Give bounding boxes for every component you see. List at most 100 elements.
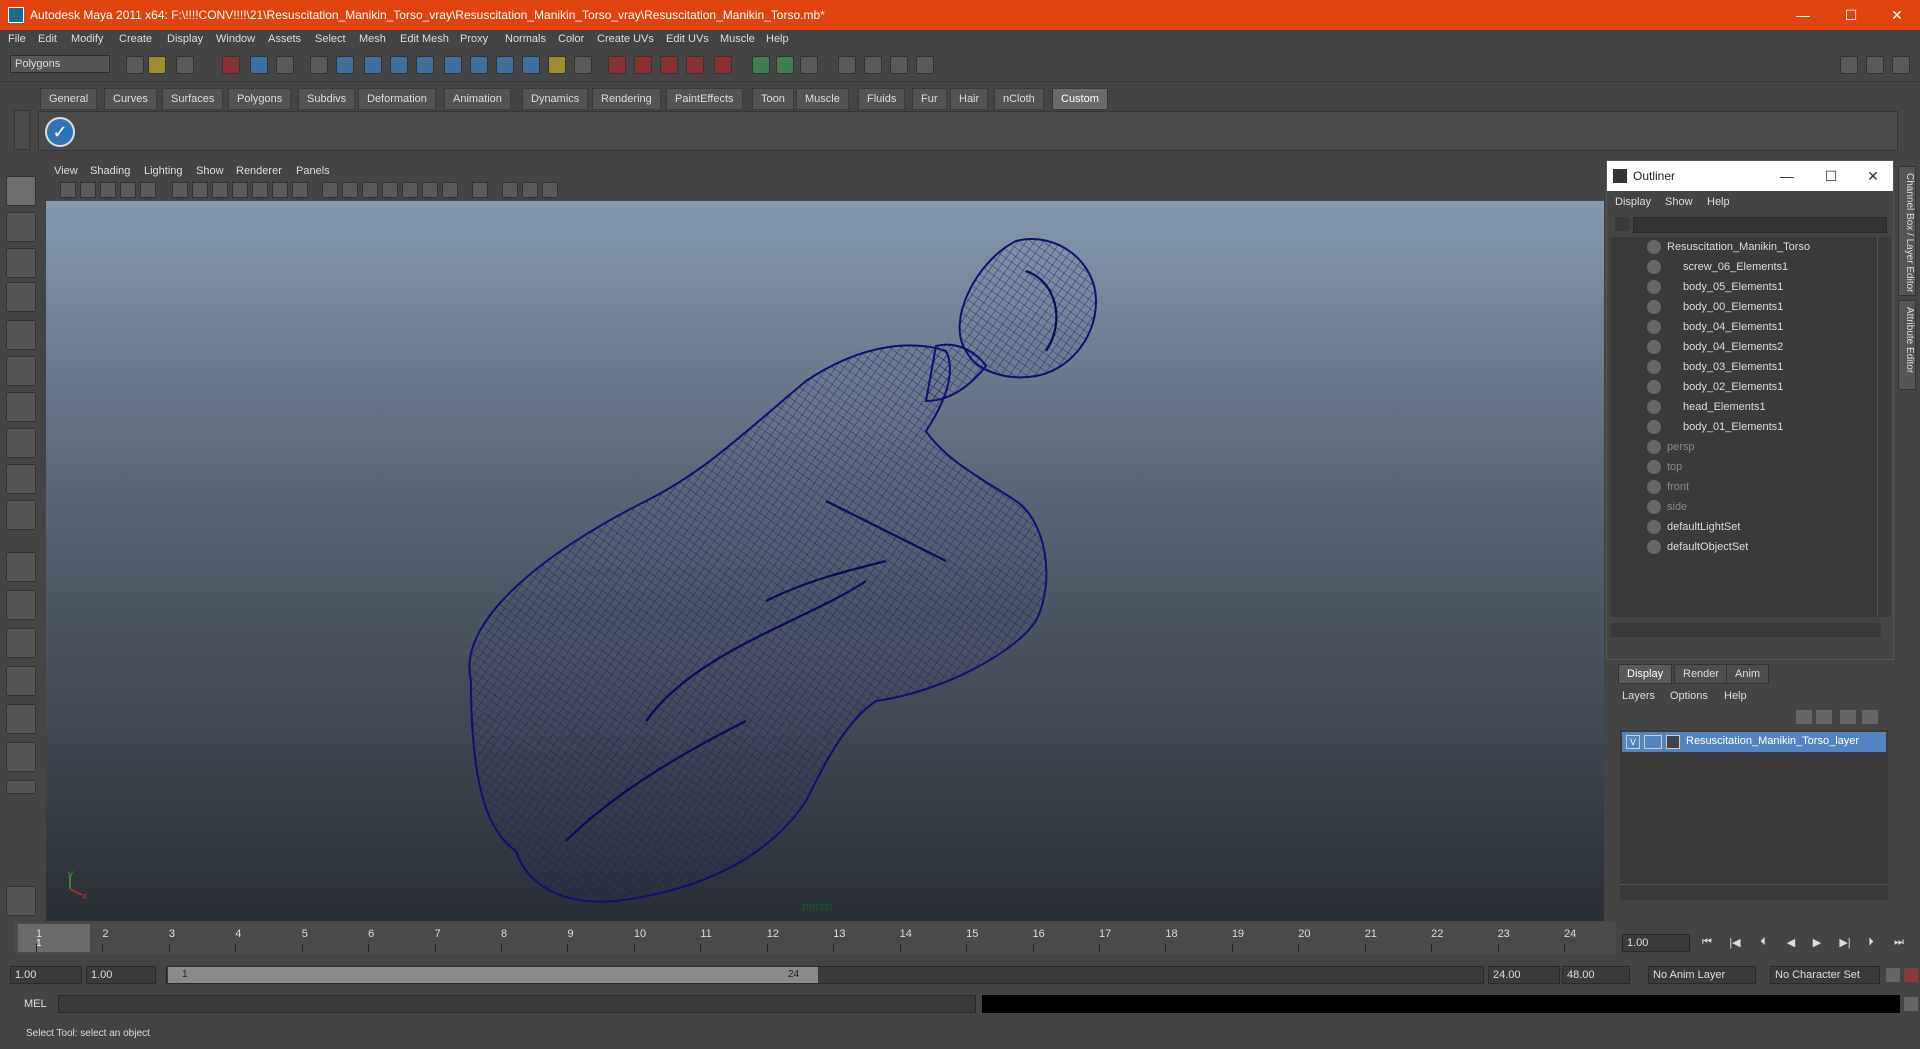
menu-edit-mesh[interactable]: Edit Mesh (400, 33, 449, 45)
menu-mesh[interactable]: Mesh (359, 33, 386, 45)
play-forwards-icon[interactable]: ▶ (1808, 936, 1826, 952)
outliner-item[interactable]: body_01_Elements1 (1611, 417, 1879, 437)
perspective-viewport[interactable]: y x persp (46, 201, 1604, 921)
minimize-button[interactable]: — (1780, 0, 1826, 30)
render-settings-icon[interactable] (916, 56, 934, 74)
safe-action-icon[interactable] (272, 182, 288, 198)
2d-pan-zoom-icon[interactable] (140, 182, 156, 198)
auto-key-icon[interactable] (1886, 968, 1900, 982)
anim-layer-dropdown[interactable]: No Anim Layer (1648, 966, 1756, 984)
ipr-render-icon[interactable] (890, 56, 908, 74)
range-slider-handle[interactable] (168, 967, 818, 983)
select-camera-icon[interactable] (60, 182, 76, 198)
help-question-icon[interactable] (522, 56, 540, 74)
outliner-item[interactable]: Resuscitation_Manikin_Torso (1611, 237, 1879, 257)
animation-preferences-icon[interactable] (1904, 968, 1918, 982)
shelf-tab-muscle[interactable]: Muscle (796, 88, 849, 110)
close-button[interactable]: ✕ (1874, 0, 1920, 30)
menu-proxy[interactable]: Proxy (460, 33, 488, 45)
command-language-toggle[interactable]: MEL (24, 998, 47, 1010)
menu-set-dropdown[interactable]: Polygons (10, 55, 110, 73)
layer-tab-display[interactable]: Display (1618, 664, 1673, 684)
viewport-menu-renderer[interactable]: Renderer (236, 165, 282, 177)
script-editor-icon[interactable] (6, 886, 36, 916)
make-live-icon[interactable] (714, 56, 732, 74)
new-scene-icon[interactable] (126, 56, 144, 74)
outliner-close-button[interactable]: ✕ (1853, 161, 1893, 191)
output-ops-icon[interactable] (776, 56, 794, 74)
shelf-tab-fluids[interactable]: Fluids (858, 88, 906, 110)
wireframe-icon[interactable] (322, 182, 338, 198)
render-current-frame-icon[interactable] (864, 56, 882, 74)
select-tool-icon[interactable] (6, 176, 36, 206)
isolate-select-icon[interactable] (472, 182, 488, 198)
shelf-tab-painteffects[interactable]: PaintEffects (666, 88, 743, 110)
shelf-tab-general[interactable]: General (40, 88, 98, 110)
select-hierarchy-icon[interactable] (222, 56, 240, 74)
layer-color-swatch[interactable] (1666, 735, 1680, 749)
time-slider[interactable]: 1 1 2 3 4 5 6 7 8 9 10 11 12 13 14 15 16 17 18 19 20 21 22 23 2… (14, 922, 1616, 954)
shadows-icon[interactable] (422, 182, 438, 198)
outliner-item[interactable]: top (1611, 457, 1879, 477)
shelf-tab-rendering[interactable]: Rendering (592, 88, 661, 110)
menu-display[interactable]: Display (167, 33, 203, 45)
render-view-icon[interactable] (838, 56, 856, 74)
current-frame-marker[interactable] (18, 924, 90, 952)
move-tool-icon[interactable] (6, 282, 36, 312)
viewport-menu-show[interactable]: Show (196, 165, 224, 177)
menu-modify[interactable]: Modify (71, 33, 103, 45)
outliner-item[interactable]: persp (1611, 437, 1879, 457)
menu-edit-uvs[interactable]: Edit UVs (666, 33, 709, 45)
menu-file[interactable]: File (8, 33, 26, 45)
select-by-curve-icon[interactable] (364, 56, 382, 74)
menu-help[interactable]: Help (766, 33, 789, 45)
step-back-key-icon[interactable]: ⏴ (1754, 936, 1772, 952)
shelf-tab-hair[interactable]: Hair (950, 88, 989, 110)
script-editor-button-icon[interactable] (1904, 997, 1918, 1011)
shelf-tab-polygons[interactable]: Polygons (228, 88, 292, 110)
menu-color[interactable]: Color (558, 33, 584, 45)
create-empty-layer-icon[interactable] (1840, 710, 1856, 724)
step-back-frame-icon[interactable]: |◀ (1726, 936, 1744, 952)
field-chart-icon[interactable] (252, 182, 268, 198)
wireframe-on-shaded-icon[interactable] (362, 182, 378, 198)
smooth-shade-icon[interactable] (342, 182, 358, 198)
select-by-joint-icon[interactable] (336, 56, 354, 74)
viewport-menu-shading[interactable]: Shading (90, 165, 130, 177)
outliner-item[interactable]: head_Elements1 (1611, 397, 1879, 417)
play-backwards-icon[interactable]: ◀ (1782, 936, 1800, 952)
outliner-vertical-scrollbar[interactable] (1877, 237, 1891, 617)
outliner-item[interactable]: side (1611, 497, 1879, 517)
graph-persp-layout-icon[interactable] (6, 666, 36, 696)
menu-muscle[interactable]: Muscle (720, 33, 755, 45)
snap-to-view-plane-icon[interactable] (686, 56, 704, 74)
layer-tab-render[interactable]: Render (1674, 664, 1729, 684)
open-scene-icon[interactable] (148, 56, 166, 74)
single-pane-layout-icon[interactable] (6, 552, 36, 582)
select-by-rendering-icon[interactable] (470, 56, 488, 74)
outliner-minimize-button[interactable]: — (1767, 161, 1807, 191)
command-input[interactable] (58, 995, 976, 1013)
viewport-menu-panels[interactable]: Panels (296, 165, 330, 177)
grid-icon[interactable] (172, 182, 188, 198)
playback-end-field[interactable]: 24.00 (1488, 966, 1560, 984)
input-ops-icon[interactable] (752, 56, 770, 74)
hypershade-persp-layout-icon[interactable] (6, 704, 36, 734)
textured-icon[interactable] (382, 182, 398, 198)
outliner-item[interactable]: body_00_Elements1 (1611, 297, 1879, 317)
shelf-tab-fur[interactable]: Fur (912, 88, 947, 110)
use-default-lighting-icon[interactable] (402, 182, 418, 198)
shelf-tab-deformation[interactable]: Deformation (358, 88, 436, 110)
shelf-tab-ncloth[interactable]: nCloth (994, 88, 1044, 110)
outliner-item[interactable]: defaultLightSet (1611, 517, 1879, 537)
playback-start-field[interactable]: 1.00 (86, 966, 156, 984)
outliner-maximize-button[interactable]: ☐ (1811, 161, 1851, 191)
menu-assets[interactable]: Assets (268, 33, 301, 45)
highlight-selection-icon[interactable] (574, 56, 592, 74)
outliner-menu-help[interactable]: Help (1707, 196, 1730, 208)
layer-tab-anim[interactable]: Anim (1726, 664, 1770, 684)
custom-layout-icon[interactable] (6, 742, 36, 772)
show-hide-channel-box-icon[interactable] (1892, 56, 1910, 74)
maximize-button[interactable]: ☐ (1828, 0, 1874, 30)
shelf-tab-subdivs[interactable]: Subdivs (298, 88, 356, 110)
